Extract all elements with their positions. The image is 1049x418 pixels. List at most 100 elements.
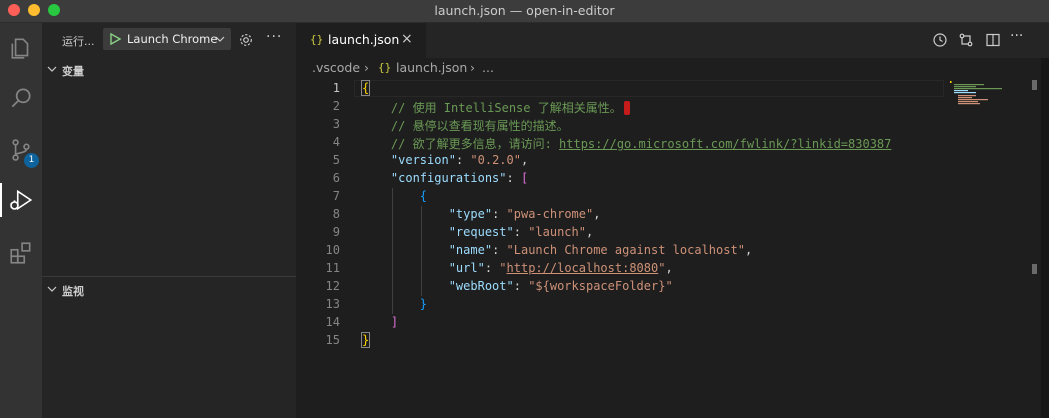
brace-close: }: [360, 332, 371, 348]
quote: ": [499, 261, 507, 275]
line-number: 10: [325, 243, 340, 257]
variables-section-header[interactable]: 变量: [42, 59, 296, 81]
comment-text: // 欲了解更多信息，请访问:: [390, 137, 560, 151]
json-key: "type": [448, 207, 493, 221]
json-value: "Launch Chrome against localhost": [506, 243, 745, 257]
line-number: 1: [332, 81, 340, 95]
current-line-highlight: [354, 80, 944, 97]
code-line-9: "request": "launch",: [448, 225, 594, 239]
window-title: launch.json — open-in-editor: [434, 3, 615, 18]
code-editor[interactable]: 1 2 3 4 5 6 7 8 9 10 11 12 13 14 15 { //…: [296, 80, 1049, 418]
run-debug-button[interactable]: [0, 183, 40, 217]
code-line-7: {: [362, 189, 427, 203]
breadcrumb-folder[interactable]: .vscode: [312, 60, 360, 75]
run-debug-sidebar: 运行... Launch Chrome ··· 变量 监视: [42, 23, 296, 418]
code-line-1: {: [360, 80, 371, 96]
code-line-3: // 悬停以查看现有属性的描述。: [362, 117, 569, 134]
line-number: 12: [325, 279, 340, 293]
code-line-12: "webRoot": "${workspaceFolder}": [448, 279, 673, 293]
code-line-2: // 使用 IntelliSense 了解相关属性。: [362, 99, 630, 116]
line-number: 5: [332, 153, 340, 167]
chevron-right-icon: ›: [364, 60, 369, 75]
split-editor-icon[interactable]: [985, 32, 1001, 48]
line-number: 6: [332, 171, 340, 185]
activity-bar: 1: [0, 23, 42, 418]
scrollbar-thumb[interactable]: [1032, 264, 1037, 274]
open-changes-icon[interactable]: [958, 32, 974, 48]
doc-link[interactable]: https://go.microsoft.com/fwlink/?linkid=…: [559, 137, 891, 151]
breadcrumb: .vscode › {} launch.json › ...: [296, 58, 1049, 80]
section-divider: [42, 276, 296, 277]
code-line-6: "configurations": [: [390, 171, 529, 185]
code-line-10: "name": "Launch Chrome against localhost…: [448, 243, 753, 257]
more-actions-icon[interactable]: ···: [1010, 28, 1023, 44]
line-number: 4: [332, 135, 340, 149]
launch-config-select[interactable]: Launch Chrome: [103, 28, 231, 50]
json-value: "0.2.0": [470, 153, 521, 167]
json-value: "${workspaceFolder}": [528, 279, 673, 293]
scrollbar-thumb[interactable]: [1032, 80, 1037, 90]
run-label: 运行...: [62, 35, 95, 48]
quote: ": [658, 261, 666, 275]
debug-toolbar: 运行... Launch Chrome ···: [42, 23, 296, 58]
gear-icon[interactable]: [238, 32, 254, 48]
bracket-close: ]: [390, 315, 399, 329]
variables-label: 变量: [62, 65, 84, 78]
close-tab-icon[interactable]: ×: [401, 31, 413, 47]
line-number: 11: [325, 261, 340, 275]
window-edge: [1041, 58, 1049, 418]
play-icon[interactable]: [108, 32, 122, 46]
json-braces-icon: {}: [378, 61, 392, 74]
chevron-down-icon: [47, 286, 57, 292]
tab-label: launch.json: [328, 32, 400, 47]
json-value: "launch": [528, 225, 586, 239]
line-number: 7: [332, 189, 340, 203]
json-key: "version": [390, 153, 456, 167]
extensions-button[interactable]: [4, 236, 38, 270]
code-line-11: "url": "http://localhost:8080",: [448, 261, 673, 275]
bracket-open: [: [520, 171, 529, 185]
brace-close: }: [419, 297, 428, 311]
code-line-5: "version": "0.2.0",: [390, 153, 529, 167]
files-icon: [11, 38, 29, 59]
line-number: 15: [325, 333, 340, 347]
launch-config-label: Launch Chrome: [127, 32, 218, 46]
line-number: 13: [325, 297, 340, 311]
code-line-8: "type": "pwa-chrome",: [448, 207, 601, 221]
title-bar: launch.json — open-in-editor: [0, 0, 1049, 23]
json-key: "request": [448, 225, 514, 239]
breadcrumb-file[interactable]: launch.json: [396, 60, 467, 75]
chevron-down-icon: [215, 36, 225, 42]
minimap[interactable]: [948, 80, 1038, 120]
brace-open: {: [419, 189, 428, 203]
line-number: 14: [325, 315, 340, 329]
url-link[interactable]: http://localhost:8080: [507, 261, 659, 275]
json-key: "configurations": [390, 171, 507, 185]
source-control-badge: 1: [24, 153, 39, 168]
comment-text: // 使用 IntelliSense 了解相关属性。: [390, 101, 622, 115]
code-line-13: }: [362, 297, 427, 311]
editor-tabs: {} launch.json × ···: [296, 23, 1049, 58]
source-control-button[interactable]: 1: [4, 133, 39, 168]
code-line-15: }: [360, 332, 371, 348]
breadcrumb-trail[interactable]: ...: [482, 60, 494, 75]
json-key: "webRoot": [448, 279, 514, 293]
watch-section-header[interactable]: 监视: [42, 279, 296, 301]
line-number: 3: [332, 117, 340, 131]
line-number: 9: [332, 225, 340, 239]
chevron-down-icon: [47, 66, 57, 72]
timeline-history-icon[interactable]: [932, 32, 948, 48]
json-braces-icon: {}: [310, 33, 324, 46]
tab-launch-json[interactable]: {} launch.json ×: [296, 23, 426, 58]
json-key: "url": [448, 261, 485, 275]
code-line-4: // 欲了解更多信息，请访问: https://go.microsoft.com…: [362, 135, 891, 152]
explorer-button[interactable]: [4, 31, 38, 65]
json-key: "name": [448, 243, 493, 257]
comment-text: // 悬停以查看现有属性的描述。: [390, 119, 569, 133]
text-cursor: [623, 101, 630, 115]
search-button[interactable]: [4, 81, 38, 115]
run-debug-icon: [10, 189, 33, 211]
more-actions-icon[interactable]: ···: [266, 29, 282, 45]
brace-open: {: [360, 80, 371, 96]
watch-label: 监视: [62, 285, 84, 298]
